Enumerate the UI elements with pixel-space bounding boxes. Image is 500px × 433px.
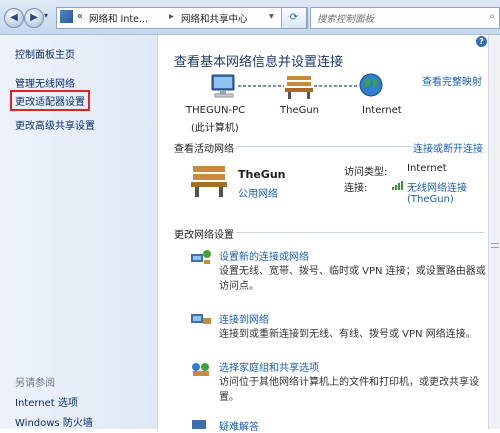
new-connection-icon [191, 250, 211, 264]
connect-network-icon [191, 314, 211, 324]
control-panel-icon [60, 10, 73, 23]
computer-icon [211, 74, 235, 98]
wireless-connection-ssid[interactable]: (TheGun) [407, 194, 454, 205]
access-type-label: 访问类型: [344, 167, 388, 178]
change-settings-heading: 更改网络设置 [174, 230, 234, 241]
connect-to-network-link[interactable]: 连接到网络 [219, 311, 269, 326]
help-icon[interactable]: ? [476, 36, 487, 47]
wireless-connection-link[interactable]: 无线网络连接 [407, 179, 467, 194]
network-bench-icon [191, 166, 227, 197]
network-type-link[interactable]: 公用网络 [238, 185, 278, 200]
internet-options-link[interactable]: Internet 选项 [15, 394, 78, 409]
vertical-scrollbar[interactable] [488, 35, 500, 429]
connect-disconnect-link[interactable]: 连接或断开连接 [413, 140, 483, 155]
breadcrumb-separator[interactable]: ▸ [169, 11, 174, 22]
breadcrumb-network-internet[interactable]: 网络和 Inte... [89, 11, 148, 25]
connect-to-network-desc: 连接到或重新连接到无线、有线、拨号或 VPN 网络连接。 [219, 329, 476, 340]
recent-pages-icon[interactable]: ▾ [44, 11, 48, 20]
address-dropdown-icon[interactable]: ▾ [269, 11, 274, 22]
section-divider-2 [236, 232, 484, 233]
scrollbar-grip[interactable] [491, 243, 499, 248]
homegroup-desc: 访问位于其他网络计算机上的文件和打印机，或更改共享设 [219, 377, 479, 388]
access-type-value: Internet [407, 163, 447, 174]
network-name: TheGun [280, 105, 320, 116]
troubleshoot-icon [192, 420, 206, 429]
wifi-signal-icon [392, 181, 403, 190]
bench-icon [285, 76, 313, 99]
crumb-prefix[interactable]: « [77, 11, 83, 22]
search-input[interactable] [315, 10, 479, 28]
active-networks-heading: 查看活动网络 [174, 144, 234, 155]
address-field[interactable]: « 网络和 Inte... ▸ 网络和共享中心 ▾ [56, 7, 308, 29]
pc-subtitle: (此计算机) [191, 123, 239, 134]
forward-button[interactable]: ▶ [24, 8, 44, 28]
search-box[interactable]: ⌕ [310, 7, 500, 29]
globe-icon [359, 73, 383, 97]
windows-firewall-link[interactable]: Windows 防火墙 [15, 414, 93, 429]
breadcrumb-network-center[interactable]: 网络和共享中心 [181, 11, 248, 25]
internet-label: Internet [362, 105, 402, 116]
connection-line [238, 85, 284, 87]
view-full-map-link[interactable]: 查看完整映射 [422, 73, 482, 88]
address-bar: ◀ ▶ ▾ « 网络和 Inte... ▸ 网络和共享中心 ▾ ⟳ ⌕ [0, 0, 500, 35]
connection-label: 连接: [344, 183, 368, 194]
setup-connection-link[interactable]: 设置新的连接或网络 [219, 248, 309, 263]
troubleshoot-link[interactable]: 疑难解答 [219, 418, 259, 433]
control-panel-home-link[interactable]: 控制面板主页 [15, 46, 75, 61]
active-network-name: TheGun [238, 168, 286, 181]
internet-line [314, 85, 358, 87]
pc-name: THEGUN-PC [186, 105, 246, 116]
change-adapter-settings-link[interactable]: 更改适配器设置 [10, 90, 90, 111]
homegroup-icon [192, 363, 209, 376]
left-nav-pane: 控制面板主页 管理无线网络 更改适配器设置 更改高级共享设置 另请参阅 Inte… [0, 35, 158, 429]
manage-wireless-link[interactable]: 管理无线网络 [15, 75, 75, 90]
homegroup-desc-2: 置。 [219, 392, 239, 403]
section-divider [236, 146, 412, 147]
change-advanced-sharing-link[interactable]: 更改高级共享设置 [15, 117, 95, 132]
back-button[interactable]: ◀ [4, 8, 24, 28]
see-also-heading: 另请参阅 [15, 378, 55, 389]
setup-connection-desc: 设置无线、宽带、拨号、临时或 VPN 连接；或设置路由器或 [219, 266, 486, 277]
homegroup-link[interactable]: 选择家庭组和共享选项 [219, 359, 319, 374]
setup-connection-desc-2: 访问点。 [219, 281, 259, 292]
refresh-button[interactable]: ⟳ [281, 7, 307, 29]
search-icon[interactable]: ⌕ [489, 11, 495, 22]
